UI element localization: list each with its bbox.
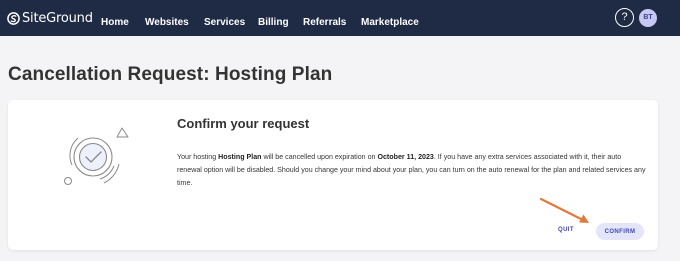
user-avatar[interactable]: BT [639,9,657,27]
checkmark-illustration-icon [64,127,129,185]
nav-item-services[interactable]: Services [204,17,245,28]
siteground-logo[interactable]: SiteGround [7,10,93,26]
page-title: Cancellation Request: Hosting Plan [8,64,333,85]
confirm-button[interactable]: CONFIRM [596,223,644,240]
nav-item-marketplace[interactable]: Marketplace [361,17,419,28]
plan-name: Hosting Plan [218,153,262,161]
siteground-logo-icon [7,11,20,25]
expiration-date: October 11, 2023 [377,153,434,161]
nav-item-home[interactable]: Home [101,17,129,28]
annotation-arrow-icon [539,197,589,223]
nav-item-billing[interactable]: Billing [258,17,289,28]
top-navigation-bar: SiteGround Home Websites Services Billin… [0,0,680,36]
logo-text: SiteGround [22,10,93,26]
description-text-1: Your hosting [177,153,219,161]
nav-item-referrals[interactable]: Referrals [303,17,346,28]
cancellation-description: Your hosting Hosting Plan will be cancel… [177,151,647,190]
card-heading: Confirm your request [177,116,310,131]
nav-item-websites[interactable]: Websites [145,17,189,28]
description-text-2: will be cancelled upon expiration on [261,153,378,161]
help-icon[interactable]: ? [615,8,634,27]
quit-button[interactable]: QUIT [558,227,574,233]
